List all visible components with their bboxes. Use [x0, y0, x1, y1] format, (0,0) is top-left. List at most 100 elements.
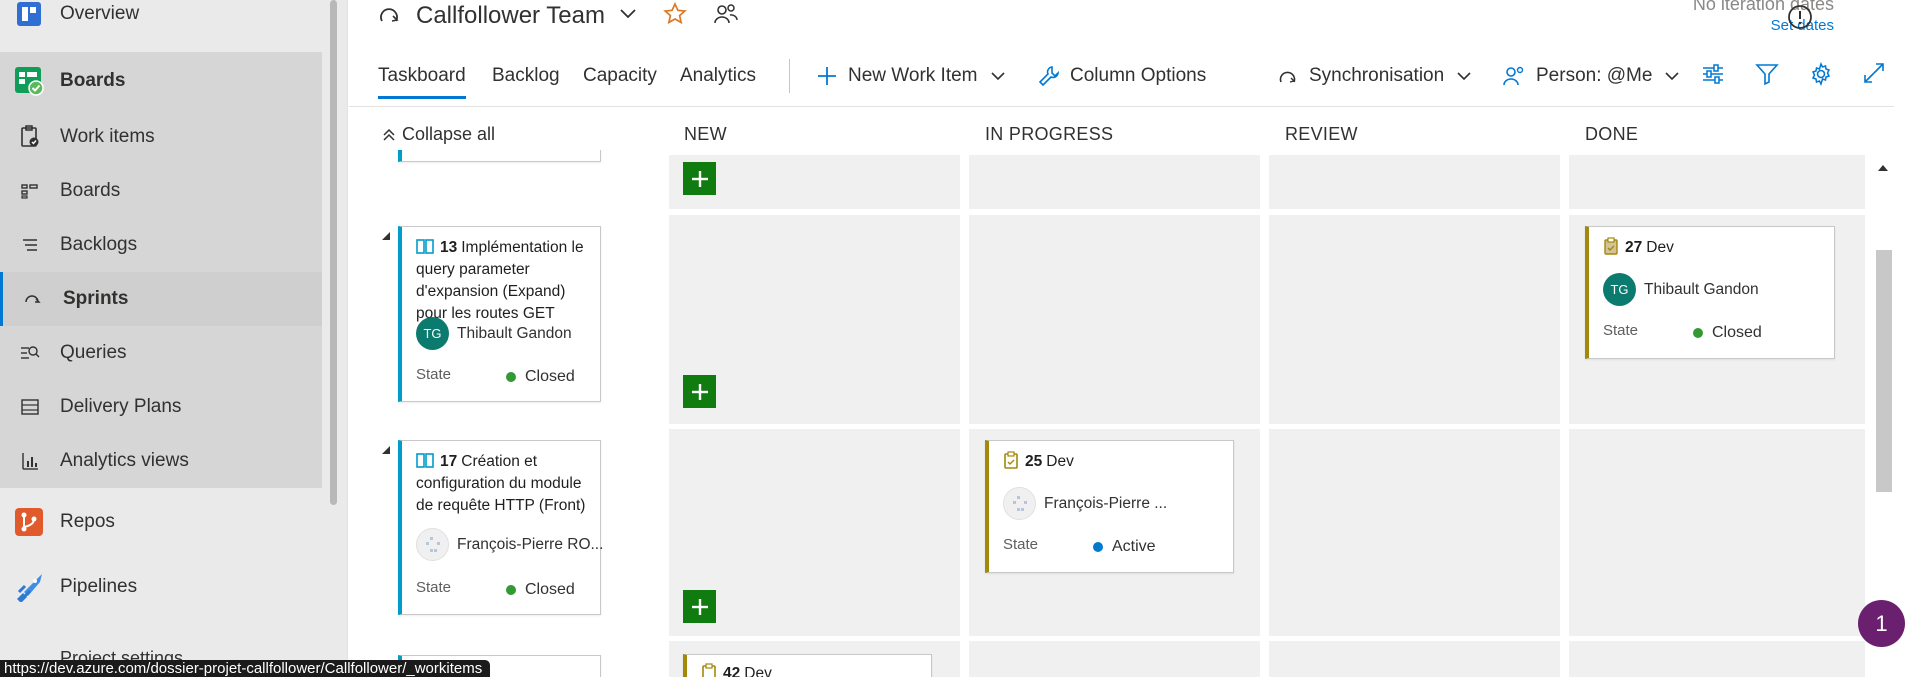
board-cell: [1269, 429, 1560, 636]
state-text: Active: [1112, 538, 1156, 555]
nav-scrollbar[interactable]: [330, 0, 337, 505]
row-collapse-icon[interactable]: [381, 442, 391, 460]
state-value[interactable]: Closed: [506, 368, 575, 386]
nav-label: Delivery Plans: [60, 396, 182, 417]
nav-label: Repos: [60, 511, 115, 532]
new-work-item-label: New Work Item: [848, 65, 978, 86]
toolbar-separator: [789, 59, 790, 93]
chevron-down-icon: [1457, 72, 1471, 81]
collapse-all-button[interactable]: Collapse all: [382, 124, 495, 145]
chevron-down-icon: [990, 72, 1005, 81]
filter-icon[interactable]: [1755, 62, 1779, 91]
nav-delivery-plans[interactable]: Delivery Plans: [0, 380, 322, 434]
add-task-button[interactable]: [683, 375, 716, 408]
card-assignee[interactable]: François-Pierre RO...: [416, 528, 603, 561]
nav-work-items[interactable]: Work items: [0, 110, 322, 164]
state-label: State: [416, 579, 452, 596]
work-item-title[interactable]: Dev: [1646, 239, 1674, 256]
nav-boards-hub[interactable]: Boards: [0, 52, 322, 110]
person-filter-button[interactable]: Person: @Me: [1502, 61, 1690, 91]
tab-backlog[interactable]: Backlog: [492, 65, 560, 87]
task-card[interactable]: 27 Dev TG Thibault Gandon State Closed: [1585, 226, 1835, 359]
task-card-partial[interactable]: 42 Dev: [683, 654, 932, 677]
team-header: Callfollower Team: [376, 0, 739, 32]
avatar: [1003, 487, 1036, 520]
task-clipboard-icon: [702, 663, 716, 677]
left-navigation: Overview Boards Work items Boards Backlo…: [0, 0, 348, 677]
nav-label: Backlogs: [60, 234, 138, 255]
state-text: Closed: [525, 368, 575, 385]
state-value[interactable]: Closed: [506, 581, 575, 599]
task-card[interactable]: 25 Dev François-Pierre ... State Active: [985, 440, 1234, 573]
nav-label: Boards: [60, 70, 126, 91]
info-icon[interactable]: [1787, 4, 1813, 35]
tab-taskboard[interactable]: Taskboard: [378, 65, 466, 99]
tab-capacity[interactable]: Capacity: [583, 65, 657, 87]
nav-analytics-views[interactable]: Analytics views: [0, 434, 322, 488]
boards-icon: [18, 179, 42, 203]
collapse-all-label: Collapse all: [402, 124, 496, 144]
nav-label: Boards: [60, 180, 121, 201]
backlog-item-card[interactable]: 17 Création et configuration du module de…: [398, 440, 603, 615]
state-value[interactable]: Active: [1093, 538, 1156, 556]
column-options-button[interactable]: Column Options: [1038, 61, 1206, 91]
gear-icon[interactable]: [1809, 61, 1833, 91]
add-task-button[interactable]: [683, 590, 716, 623]
board-cell: [969, 641, 1260, 677]
card-assignee[interactable]: François-Pierre ...: [1003, 487, 1167, 520]
card-assignee[interactable]: TG Thibault Gandon: [416, 317, 572, 350]
state-dot: [506, 372, 516, 382]
status-bar-url: https://dev.azure.com/dossier-projet-cal…: [0, 660, 491, 677]
card-title: 13 Implémentation le query parameter d'ex…: [416, 237, 590, 325]
nav-label: Sprints: [63, 288, 129, 309]
board-cell: [1569, 641, 1865, 677]
main-content: Callfollower Team No iteration dates Set…: [349, 0, 1917, 677]
card-title: 27 Dev: [1603, 237, 1824, 259]
nav-overview[interactable]: Overview: [0, 0, 322, 41]
nav-boards[interactable]: Boards: [0, 164, 322, 218]
avatar: [416, 528, 449, 561]
nav-queries[interactable]: Queries: [0, 326, 322, 380]
assignee-name: François-Pierre RO...: [457, 535, 604, 553]
chevron-down-icon[interactable]: [619, 7, 637, 25]
delivery-plans-icon: [18, 395, 42, 419]
work-item-title[interactable]: Dev: [1046, 453, 1074, 470]
view-options-icon[interactable]: [1701, 62, 1725, 91]
assignee-name: François-Pierre ...: [1044, 494, 1168, 512]
state-dot: [506, 585, 516, 595]
tab-analytics[interactable]: Analytics: [680, 65, 756, 87]
fullscreen-icon[interactable]: [1863, 62, 1885, 89]
no-iteration-dates: No iteration dates: [1692, 0, 1834, 14]
favorite-star-icon[interactable]: [663, 1, 687, 31]
new-work-item-button[interactable]: New Work Item: [816, 61, 1016, 91]
nav-label: Analytics views: [60, 450, 189, 471]
nav-sprints[interactable]: Sprints: [0, 272, 322, 326]
pipelines-icon: [14, 572, 44, 602]
state-value[interactable]: Closed: [1693, 324, 1762, 342]
nav-repos[interactable]: Repos: [0, 495, 348, 549]
backlog-item-card[interactable]: 13 Implémentation le query parameter d'ex…: [398, 226, 601, 402]
nav-label: Queries: [60, 342, 127, 363]
nav-pipelines[interactable]: Pipelines: [0, 560, 348, 614]
row-collapse-icon[interactable]: [381, 228, 391, 246]
add-task-button[interactable]: [683, 162, 716, 195]
task-clipboard-icon: [1604, 237, 1618, 255]
team-name[interactable]: Callfollower Team: [416, 2, 605, 30]
wrench-icon: [1038, 66, 1060, 87]
board-scrollbar-thumb[interactable]: [1876, 250, 1892, 492]
column-header-new: NEW: [684, 124, 727, 144]
backlog-card-partial[interactable]: [398, 150, 601, 162]
column-header-done: DONE: [1585, 124, 1639, 144]
sprints-icon: [21, 287, 45, 311]
sprint-selector-button[interactable]: Synchronisation: [1277, 61, 1482, 91]
work-item-id: 17: [440, 453, 458, 470]
backlogs-icon: [18, 233, 42, 257]
work-item-title[interactable]: Dev: [744, 665, 772, 677]
team-members-icon[interactable]: [713, 2, 739, 31]
avatar: TG: [416, 317, 449, 350]
help-notification-badge[interactable]: 1: [1858, 600, 1905, 647]
set-dates-link[interactable]: Set dates: [1514, 17, 1834, 34]
card-assignee[interactable]: TG Thibault Gandon: [1603, 273, 1759, 306]
nav-backlogs[interactable]: Backlogs: [0, 218, 322, 272]
state-label: State: [1603, 322, 1639, 339]
